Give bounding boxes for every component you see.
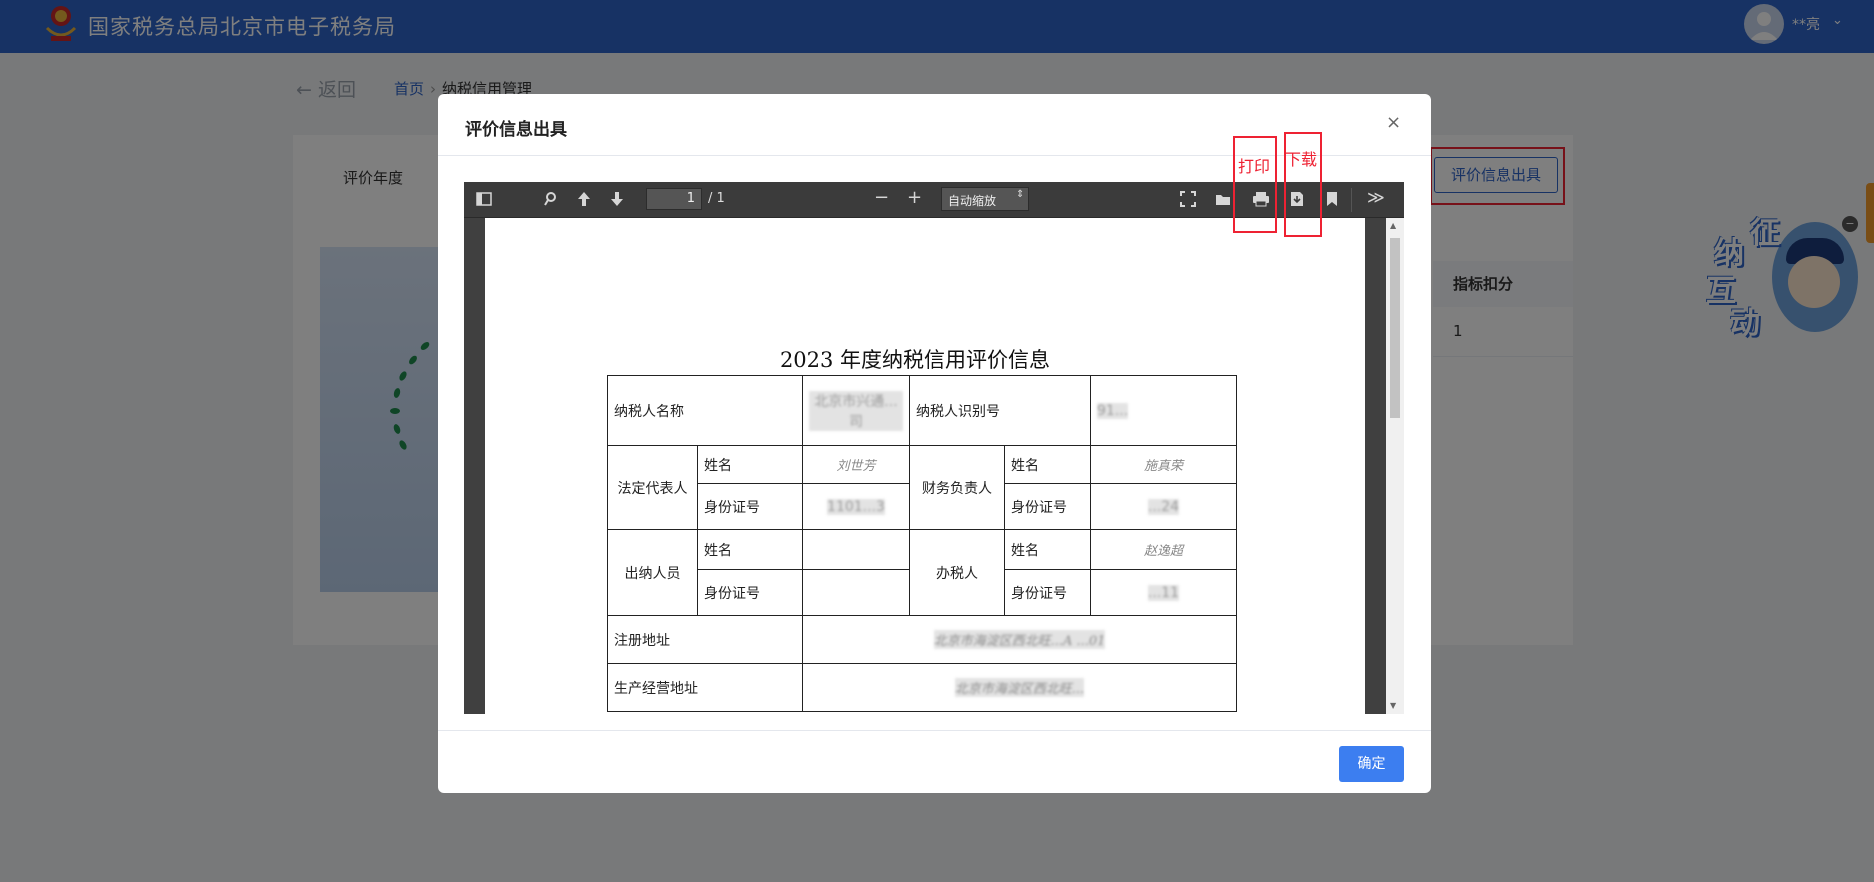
reg-address-value: 北京市海淀区西北旺...A ...01: [802, 615, 1237, 664]
finance-id-value: ...24: [1090, 483, 1237, 530]
legal-rep-name-value: 刘世芳: [802, 445, 910, 484]
modal-footer-divider: [438, 730, 1431, 731]
close-icon[interactable]: ×: [1386, 112, 1401, 133]
cashier-id-label: 身份证号: [697, 569, 803, 616]
modal-divider: [438, 155, 1431, 156]
scroll-down-icon[interactable]: ▼: [1390, 701, 1396, 710]
document-title: 2023 年度纳税信用评价信息: [779, 348, 1051, 372]
sidebar-toggle-icon[interactable]: [476, 191, 492, 211]
finance-label: 财务负责人: [909, 445, 1005, 530]
cashier-name-value: [802, 529, 910, 570]
toolbar-separator: [1351, 188, 1352, 212]
eval-info-modal: 评价信息出具 × 1 / 1 − + 自动缩放 ⇕ ≫ 2023 年度纳税信用评…: [438, 94, 1431, 793]
pdf-page: 2023 年度纳税信用评价信息 纳税人名称 北京市兴通...司 纳税人识别号 9…: [485, 218, 1365, 714]
biz-address-value: 北京市海淀区西北旺...: [802, 663, 1237, 712]
page-number-input[interactable]: 1: [646, 188, 702, 210]
zoom-out-icon[interactable]: −: [874, 189, 889, 207]
cashier-name-label: 姓名: [697, 529, 803, 570]
tax-agent-label: 办税人: [909, 529, 1005, 616]
taxpayer-id-value: 91...: [1090, 375, 1237, 446]
scrollbar-thumb[interactable]: [1390, 238, 1400, 418]
search-icon[interactable]: [544, 191, 560, 211]
taxpayer-name-label: 纳税人名称: [607, 375, 803, 446]
modal-title: 评价信息出具: [465, 120, 567, 140]
confirm-button[interactable]: 确定: [1339, 746, 1404, 782]
reg-address-label: 注册地址: [607, 615, 803, 664]
bookmark-icon[interactable]: [1325, 191, 1339, 211]
previous-page-icon[interactable]: [576, 191, 592, 211]
scroll-up-icon[interactable]: ▲: [1390, 221, 1396, 230]
more-tools-icon[interactable]: ≫: [1367, 189, 1385, 207]
fullscreen-icon[interactable]: [1180, 191, 1196, 211]
legal-rep-label: 法定代表人: [607, 445, 698, 530]
evaluation-table: 纳税人名称 北京市兴通...司 纳税人识别号 91... 法定代表人 姓名 刘世…: [607, 375, 1237, 712]
pdf-viewer: 1 / 1 − + 自动缩放 ⇕ ≫ 2023 年度纳税信用评价信息 纳税人名称…: [464, 182, 1404, 714]
highlight-box-print: [1233, 136, 1277, 233]
tax-agent-id-label: 身份证号: [1004, 569, 1091, 616]
finance-name-value: 施真荣: [1090, 445, 1237, 484]
page-total: / 1: [708, 191, 725, 206]
legal-rep-id-value: 1101...3: [802, 483, 910, 530]
finance-name-label: 姓名: [1004, 445, 1091, 484]
finance-id-label: 身份证号: [1004, 483, 1091, 530]
legal-rep-name-label: 姓名: [697, 445, 803, 484]
annotation-download: 下载: [1285, 150, 1318, 169]
cashier-id-value: [802, 569, 910, 616]
tax-agent-id-value: ...11: [1090, 569, 1237, 616]
open-file-icon[interactable]: [1215, 191, 1231, 211]
biz-address-label: 生产经营地址: [607, 663, 803, 712]
zoom-in-icon[interactable]: +: [907, 189, 922, 207]
legal-rep-id-label: 身份证号: [697, 483, 803, 530]
tax-agent-name-value: 赵逸超: [1090, 529, 1237, 570]
zoom-select-caret-icon: ⇕: [1016, 189, 1025, 200]
cashier-label: 出纳人员: [607, 529, 698, 616]
tax-agent-name-label: 姓名: [1004, 529, 1091, 570]
next-page-icon[interactable]: [609, 191, 625, 211]
taxpayer-id-label: 纳税人识别号: [909, 375, 1091, 446]
pdf-scrollbar[interactable]: ▲ ▼: [1386, 218, 1404, 714]
annotation-print: 打印: [1238, 157, 1271, 176]
taxpayer-name-value: 北京市兴通...司: [802, 375, 910, 446]
